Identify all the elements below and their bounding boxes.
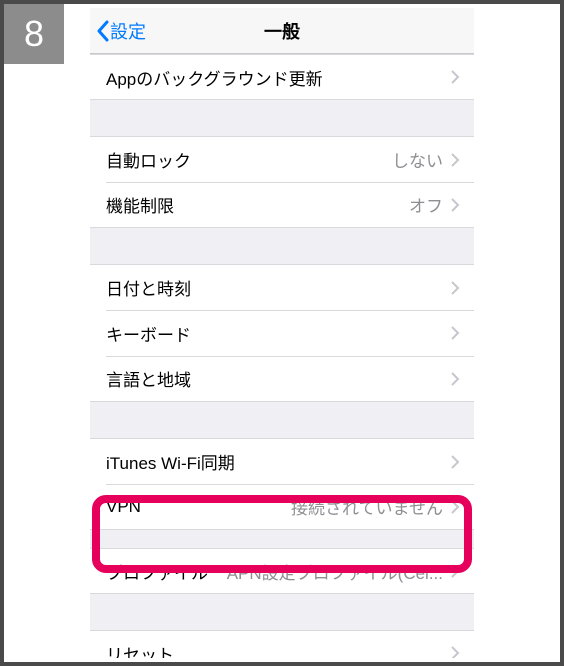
row-reset[interactable]: リセット bbox=[90, 630, 474, 658]
row-keyboard[interactable]: キーボード bbox=[90, 310, 474, 356]
chevron-left-icon bbox=[96, 20, 110, 42]
chevron-right-icon bbox=[451, 646, 460, 658]
row-label: Appのバックグラウンド更新 bbox=[106, 65, 323, 90]
row-language-region[interactable]: 言語と地域 bbox=[90, 356, 474, 402]
row-date-time[interactable]: 日付と時刻 bbox=[90, 264, 474, 310]
row-auto-lock[interactable]: 自動ロック しない bbox=[90, 136, 474, 182]
row-restrictions[interactable]: 機能制限 オフ bbox=[90, 182, 474, 228]
row-value: しない bbox=[392, 147, 443, 172]
chevron-right-icon bbox=[451, 500, 460, 514]
page-title: 一般 bbox=[90, 18, 474, 44]
row-value: オフ bbox=[409, 192, 443, 217]
group-app-refresh: Appのバックグラウンド更新 bbox=[90, 54, 474, 100]
settings-list: Appのバックグラウンド更新 自動ロック しない 機能制限 オフ bbox=[90, 54, 474, 658]
row-itunes-wifi-sync[interactable]: iTunes Wi-Fi同期 bbox=[90, 438, 474, 484]
group-lock: 自動ロック しない 機能制限 オフ bbox=[90, 136, 474, 228]
chevron-right-icon bbox=[451, 372, 460, 386]
chevron-right-icon bbox=[451, 564, 460, 578]
row-label: VPN bbox=[106, 497, 141, 517]
step-number-badge: 8 bbox=[4, 4, 64, 64]
chevron-right-icon bbox=[451, 455, 460, 469]
row-app-background-refresh[interactable]: Appのバックグラウンド更新 bbox=[90, 54, 474, 100]
row-label: 日付と時刻 bbox=[106, 275, 191, 300]
back-label: 設定 bbox=[110, 18, 146, 44]
row-label: キーボード bbox=[106, 321, 191, 346]
chevron-right-icon bbox=[451, 281, 460, 295]
row-profile[interactable]: プロファイル APN設定プロファイル(Cel... bbox=[90, 548, 474, 594]
row-label: 言語と地域 bbox=[106, 366, 191, 391]
back-button[interactable]: 設定 bbox=[90, 18, 146, 44]
row-vpn[interactable]: VPN 接続されていません bbox=[90, 484, 474, 530]
group-datetime: 日付と時刻 キーボード 言語と地域 bbox=[90, 264, 474, 402]
chevron-right-icon bbox=[451, 70, 460, 84]
row-label: プロファイル bbox=[106, 559, 208, 584]
row-label: 機能制限 bbox=[106, 192, 174, 217]
row-label: 自動ロック bbox=[106, 147, 191, 172]
group-profile: プロファイル APN設定プロファイル(Cel... bbox=[90, 548, 474, 594]
navigation-bar: 設定 一般 bbox=[90, 8, 474, 54]
chevron-right-icon bbox=[451, 198, 460, 212]
row-value: 接続されていません bbox=[291, 494, 443, 519]
row-label: iTunes Wi-Fi同期 bbox=[106, 449, 235, 474]
phone-screen: 設定 一般 Appのバックグラウンド更新 自動ロック しない 機能制限 bbox=[90, 8, 474, 658]
chevron-right-icon bbox=[451, 326, 460, 340]
group-reset: リセット bbox=[90, 630, 474, 658]
row-value: APN設定プロファイル(Cel... bbox=[227, 559, 443, 584]
row-label: リセット bbox=[106, 641, 174, 659]
chevron-right-icon bbox=[451, 153, 460, 167]
group-sync: iTunes Wi-Fi同期 VPN 接続されていません bbox=[90, 438, 474, 530]
